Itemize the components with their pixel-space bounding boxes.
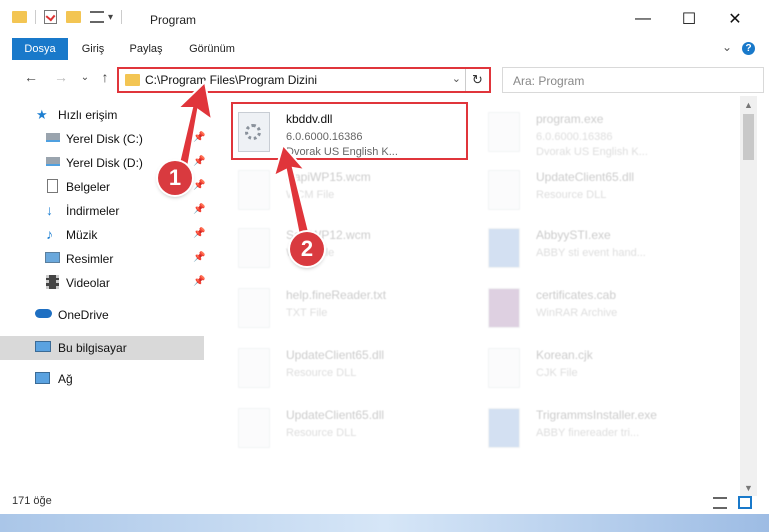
annotation-marker-2: 2 <box>290 232 324 266</box>
status-bar: 171 öğe <box>0 492 769 514</box>
details-view-icon[interactable] <box>713 497 727 509</box>
annotation-arrows <box>174 79 312 242</box>
item-count: 171 öğe <box>12 495 52 507</box>
arrow-2 <box>272 142 312 242</box>
desktop-background-strip <box>0 514 769 532</box>
annotation-marker-1: 1 <box>158 161 192 195</box>
large-icons-view-icon[interactable] <box>738 496 752 509</box>
